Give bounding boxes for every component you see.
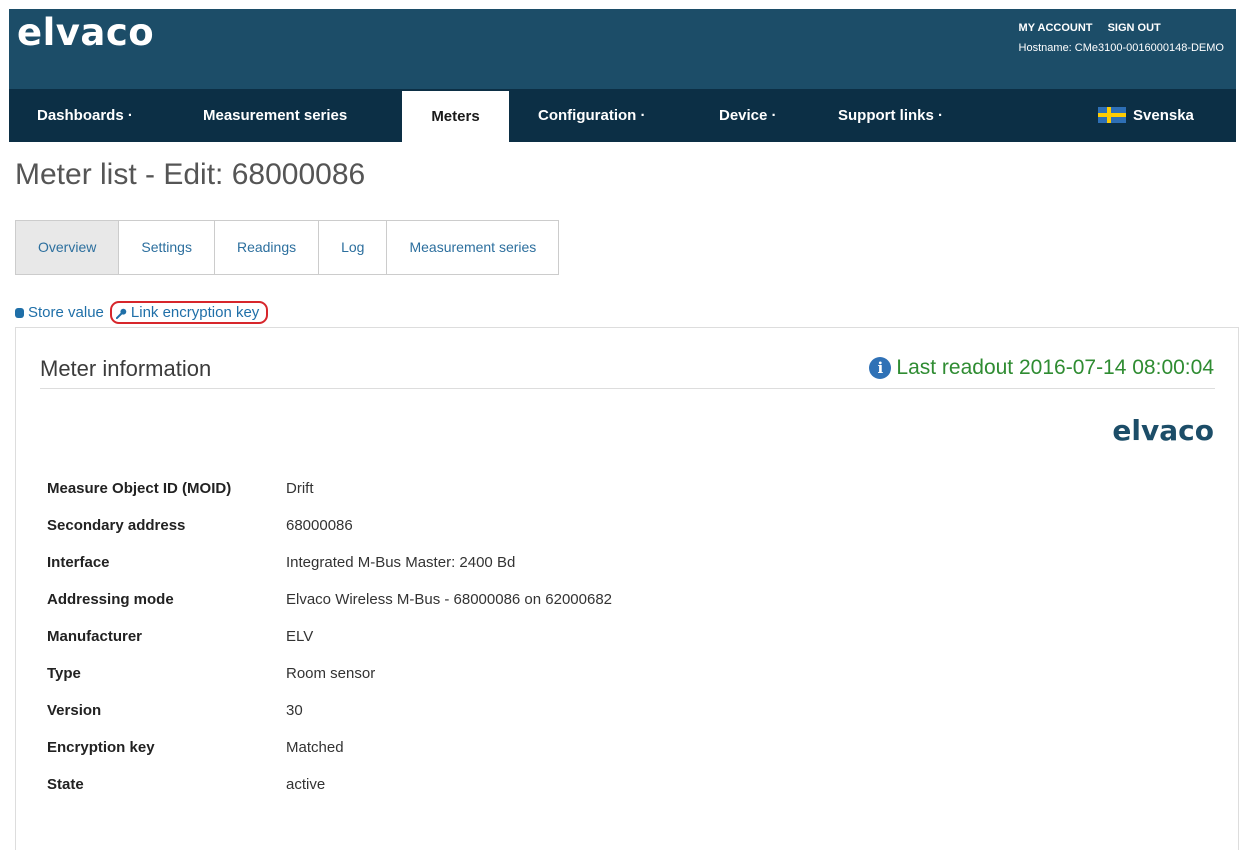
table-row: Secondary address 68000086 [47,507,612,544]
table-row: State active [47,766,612,803]
row-value: Integrated M-Bus Master: 2400 Bd [286,554,516,571]
table-row: Measure Object ID (MOID) Drift [47,470,612,507]
elvaco-logo[interactable]: elvaco [17,11,154,54]
row-key: Measure Object ID (MOID) [47,480,232,497]
tab-overview[interactable]: Overview [16,221,120,274]
table-row: Interface Integrated M-Bus Master: 2400 B… [47,544,612,581]
row-value: 30 [286,702,303,719]
tab-measurement-series[interactable]: Measurement series [387,221,558,274]
language-label: Svenska [1133,107,1194,124]
main-nav: Dashboards · Measurement series Meters C… [9,89,1236,142]
sweden-flag-icon [1098,106,1126,123]
row-key: Addressing mode [47,591,174,608]
readout-value: 2016-07-14 08:00:04 [1019,356,1214,379]
table-row: Version 30 [47,692,612,729]
page-title: Meter list - Edit: 68000086 [15,158,366,191]
panel-title: Meter information [40,356,212,381]
nav-meters[interactable]: Meters [402,91,509,142]
meter-tabs: Overview Settings Readings Log Measureme… [15,220,560,275]
nav-device[interactable]: Device · [719,89,777,142]
row-value: Matched [286,739,344,756]
nav-dashboards[interactable]: Dashboards · [37,89,133,142]
info-icon: i [869,357,892,379]
table-row: Encryption key Matched [47,729,612,766]
row-value: ELV [286,628,314,645]
nav-measurement-series[interactable]: Measurement series [203,89,347,142]
manufacturer-logo: elvaco [1112,414,1214,447]
row-key: Encryption key [47,739,155,756]
row-key: State [47,776,84,793]
row-key: Interface [47,554,110,571]
tab-log[interactable]: Log [319,221,388,274]
hostname-label: Hostname: CMe3100-0016000148-DEMO [1018,42,1224,54]
sign-out-link[interactable]: SIGN OUT [1108,22,1161,34]
row-value: Room sensor [286,665,376,682]
link-encryption-key-label: Link encryption key [130,304,260,321]
nav-support-links[interactable]: Support links · [838,89,943,142]
header-bar: elvaco MY ACCOUNT SIGN OUT Hostname: CMe… [9,9,1236,89]
meter-info-table: Measure Object ID (MOID) Drift Secondary … [47,470,612,803]
readout-label: Last readout [896,356,1014,379]
panel-divider [40,388,1215,389]
language-switch[interactable]: Svenska [1098,89,1194,142]
store-value-label: Store value [28,304,104,321]
table-row: Type Room sensor [47,655,612,692]
row-value: Elvaco Wireless M-Bus - 68000086 on 6200… [286,591,613,608]
table-row: Addressing mode Elvaco Wireless M-Bus - 6… [47,581,612,618]
row-key: Manufacturer [47,628,143,645]
last-readout: i Last readout 2016-07-14 08:00:04 [869,356,1214,380]
account-area: MY ACCOUNT SIGN OUT Hostname: CMe3100-00… [1019,18,1224,58]
row-value: 68000086 [286,517,353,534]
meter-information-panel: Meter information i Last readout 2016-07-… [15,327,1239,850]
table-row: Manufacturer ELV [47,618,612,655]
database-icon [15,308,24,319]
tab-readings[interactable]: Readings [215,221,320,274]
nav-configuration[interactable]: Configuration · [538,89,645,142]
row-key: Type [47,665,81,682]
my-account-link[interactable]: MY ACCOUNT [1019,22,1093,34]
row-value: Drift [286,480,314,497]
row-value: active [286,776,326,793]
row-key: Version [47,702,102,719]
link-encryption-key-link[interactable]: Link encryption key [109,301,269,324]
row-key: Secondary address [47,517,186,534]
store-value-link[interactable]: Store value [15,304,104,321]
tab-settings[interactable]: Settings [119,221,215,274]
key-icon [115,308,127,319]
action-links: Store value Link encryption key [15,301,269,324]
